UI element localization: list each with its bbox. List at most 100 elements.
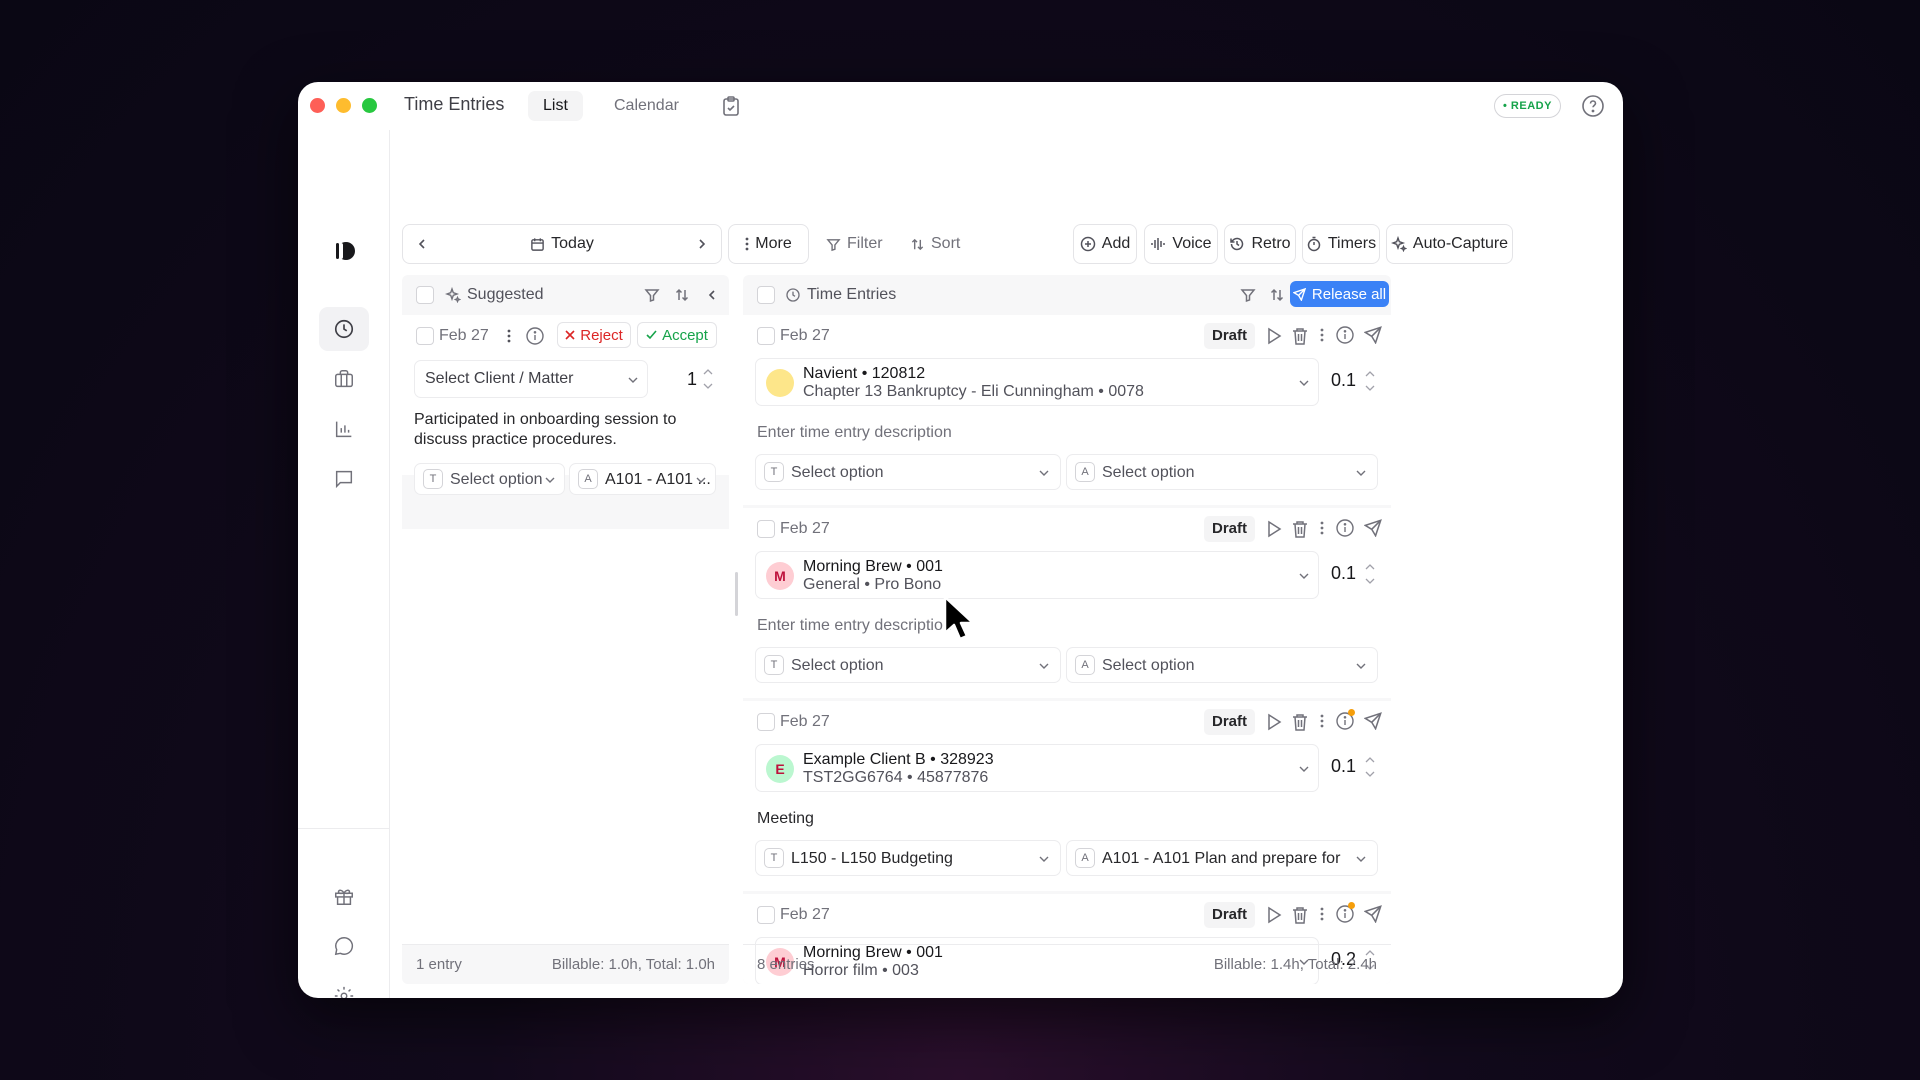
select-all-suggested-checkbox[interactable]: [416, 286, 434, 304]
trash-icon[interactable]: [1292, 713, 1308, 731]
client-avatar: M: [766, 562, 794, 590]
release-all-button[interactable]: Release all: [1290, 281, 1389, 307]
time-entry-checkbox[interactable]: [757, 327, 775, 345]
trash-icon[interactable]: [1292, 520, 1308, 538]
play-icon[interactable]: [1266, 713, 1282, 731]
briefcase-icon: [335, 370, 353, 388]
suggested-entry-checkbox[interactable]: [416, 327, 434, 345]
sidebar-item-messages[interactable]: [319, 457, 369, 501]
chevron-down-icon: [1039, 470, 1049, 476]
activity-select[interactable]: A Select option: [1066, 647, 1378, 683]
time-entry-checkbox[interactable]: [757, 906, 775, 924]
accept-button[interactable]: Accept: [637, 322, 717, 348]
tab-list[interactable]: List: [528, 91, 583, 121]
suggested-description[interactable]: Participated in onboarding session to di…: [414, 410, 714, 450]
activity-select[interactable]: A Select option: [1066, 454, 1378, 490]
entry-info-button[interactable]: [1335, 902, 1355, 924]
hours-stepper-icon[interactable]: [1364, 367, 1376, 395]
entry-hours[interactable]: 0.1: [1326, 563, 1356, 584]
sort-icon[interactable]: [674, 287, 690, 303]
send-icon[interactable]: [1364, 326, 1382, 344]
maximize-window-button[interactable]: [362, 98, 377, 113]
chevron-left-icon[interactable]: [415, 237, 429, 251]
send-icon[interactable]: [1364, 712, 1382, 730]
auto-capture-button[interactable]: Auto-Capture: [1386, 224, 1513, 264]
task-select[interactable]: T Select option: [755, 454, 1061, 490]
sidebar-item-matters[interactable]: [319, 357, 369, 401]
timers-button[interactable]: Timers: [1302, 224, 1380, 264]
more-button[interactable]: More: [728, 224, 809, 264]
task-select[interactable]: T Select option: [755, 647, 1061, 683]
filter-button[interactable]: Filter: [826, 224, 883, 264]
entry-description-input[interactable]: Enter time entry description: [757, 617, 952, 635]
sparkles-icon: [1390, 236, 1407, 252]
more-vertical-icon[interactable]: [507, 329, 511, 343]
minimize-window-button[interactable]: [336, 98, 351, 113]
entry-info-button[interactable]: [1335, 518, 1355, 538]
send-icon[interactable]: [1364, 519, 1382, 537]
trash-icon[interactable]: [1292, 906, 1308, 924]
sort-icon[interactable]: [1269, 287, 1285, 303]
time-entry-checkbox[interactable]: [757, 713, 775, 731]
sidebar-item-reports[interactable]: [319, 407, 369, 451]
client-name: Navient • 120812: [803, 365, 926, 382]
reject-button[interactable]: Reject: [557, 322, 631, 348]
entry-description[interactable]: Meeting: [757, 810, 814, 828]
play-icon[interactable]: [1266, 520, 1282, 538]
more-vertical-icon[interactable]: [1320, 714, 1324, 728]
more-vertical-icon[interactable]: [1320, 328, 1324, 342]
sidebar-item-chat[interactable]: [319, 924, 369, 968]
hours-stepper-icon[interactable]: [702, 365, 714, 393]
client-matter-select[interactable]: Select Client / Matter: [414, 360, 648, 398]
suggested-hours[interactable]: 1: [667, 369, 697, 390]
activity-select[interactable]: A A101 - A101 Plan and prepare for: [1066, 840, 1378, 876]
select-all-entries-checkbox[interactable]: [757, 286, 775, 304]
client-matter-select[interactable]: Navient • 120812 Chapter 13 Bankruptcy - …: [755, 358, 1319, 406]
send-icon[interactable]: [1364, 905, 1382, 923]
entry-info-button[interactable]: [1335, 325, 1355, 345]
retro-label: Retro: [1251, 235, 1291, 252]
sidebar-item-settings[interactable]: [319, 974, 369, 998]
more-vertical-icon[interactable]: [1320, 521, 1324, 535]
title-bar: Time Entries List Calendar • READY: [298, 82, 1623, 130]
play-icon[interactable]: [1266, 906, 1282, 924]
chevron-right-icon[interactable]: [695, 237, 709, 251]
play-icon[interactable]: [1266, 327, 1282, 345]
sort-button[interactable]: Sort: [910, 224, 960, 264]
voice-button[interactable]: Voice: [1144, 224, 1218, 264]
panel-resize-handle[interactable]: [735, 572, 738, 616]
tab-calendar[interactable]: Calendar: [599, 91, 694, 121]
entry-description-input[interactable]: Enter time entry description: [757, 424, 952, 442]
entry-hours[interactable]: 0.1: [1326, 756, 1356, 777]
sparkles-icon: [445, 287, 461, 303]
help-icon[interactable]: [1581, 94, 1605, 118]
client-matter-select[interactable]: M Morning Brew • 001 General • Pro Bono: [755, 551, 1319, 599]
ready-status-badge: • READY: [1494, 94, 1561, 118]
collapse-panel-icon[interactable]: [705, 288, 719, 302]
trash-icon[interactable]: [1292, 327, 1308, 345]
entry-info-button[interactable]: [1335, 709, 1355, 731]
suggested-task-select[interactable]: T Select option: [414, 463, 565, 495]
hours-stepper-icon[interactable]: [1364, 753, 1376, 781]
client-matter-select[interactable]: E Example Client B • 328923 TST2GG6764 • 4…: [755, 744, 1319, 792]
sidebar-item-rewards[interactable]: [319, 874, 369, 918]
time-entry-checkbox[interactable]: [757, 520, 775, 538]
suggested-activity-select[interactable]: A A101 - A101 ...: [569, 463, 716, 495]
task-select[interactable]: T L150 - L150 Budgeting: [755, 840, 1061, 876]
filter-icon[interactable]: [644, 287, 660, 303]
client-avatar: [766, 369, 794, 397]
sidebar-item-time[interactable]: [319, 307, 369, 351]
add-button[interactable]: Add: [1073, 224, 1137, 264]
entry-hours[interactable]: 0.1: [1326, 370, 1356, 391]
clock-icon: [334, 319, 354, 339]
hours-stepper-icon[interactable]: [1364, 560, 1376, 588]
close-window-button[interactable]: [310, 98, 325, 113]
more-vertical-icon[interactable]: [1320, 907, 1324, 921]
today-button[interactable]: Today: [530, 235, 594, 253]
clipboard-icon[interactable]: [721, 95, 741, 117]
sidebar-divider: [298, 828, 389, 829]
retro-button[interactable]: Retro: [1224, 224, 1296, 264]
info-icon[interactable]: [525, 326, 545, 346]
suggested-totals: Billable: 1.0h, Total: 1.0h: [551, 956, 715, 973]
filter-icon[interactable]: [1240, 287, 1256, 303]
